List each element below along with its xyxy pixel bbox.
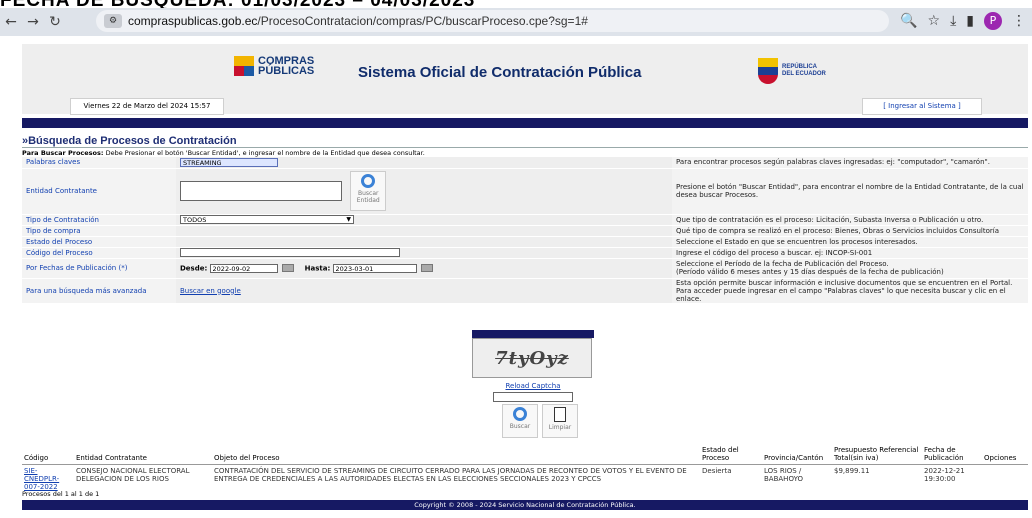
bookmark-star-icon[interactable]: ☆ [928, 13, 941, 29]
results-count: Procesos del 1 al 1 de 1 [22, 490, 100, 498]
contract-type-label: Tipo de Contratación [22, 214, 176, 226]
current-date: Viernes 22 de Marzo del 2024 15:57 [70, 98, 224, 115]
state-cell: Desierta [702, 467, 732, 475]
calendar-icon[interactable] [420, 264, 433, 272]
to-label: Hasta: [304, 264, 331, 272]
keywords-hint: Para encontrar procesos según palabras c… [672, 157, 1028, 169]
back-icon[interactable]: ← [0, 14, 22, 30]
site-header: COMPRAS PÚBLICAS Sistema Oficial de Contr… [22, 44, 1028, 115]
logo-mark-icon [234, 56, 254, 76]
code-input[interactable] [180, 248, 400, 257]
state-hint: Seleccione el Estado en que se encuentre… [672, 236, 1028, 248]
keywords-input[interactable]: STREAMING [180, 157, 278, 167]
contract-type-hint: Que tipo de contratación es el proceso: … [672, 214, 1028, 226]
date-cell: 2022-12-21 19:30:00 [924, 467, 965, 483]
sidepanel-icon[interactable]: ▮ [966, 13, 974, 29]
site-info-icon[interactable]: ⚙ [104, 14, 122, 28]
captcha-image: 7tyOyz [472, 338, 592, 378]
state-label: Estado del Proceso [22, 236, 176, 248]
forward-icon[interactable]: → [22, 14, 44, 30]
to-date-input[interactable]: 2023-03-01 [332, 263, 417, 273]
col-options: Opciones [982, 444, 1028, 465]
url-text: compraspublicas.gob.ec/ProcesoContrataci… [128, 14, 588, 28]
purchase-type-label: Tipo de compra [22, 225, 176, 237]
col-entity: Entidad Contratante [74, 444, 212, 465]
republica-logo: REPÚBLICA DEL ECUADOR [758, 58, 826, 84]
address-bar[interactable]: ⚙ compraspublicas.gob.ec/ProcesoContrata… [96, 10, 889, 32]
zoom-icon[interactable]: 🔍 [900, 13, 917, 29]
search-entity-button[interactable]: Buscar Entidad [350, 171, 387, 211]
reload-icon[interactable]: ↻ [44, 14, 66, 30]
page: COMPRAS PÚBLICAS Sistema Oficial de Contr… [0, 36, 1032, 518]
entity-cell: CONSEJO NACIONAL ELECTORAL DELEGACION DE… [76, 467, 190, 483]
col-budget: Presupuesto Referencial Total(sin iva) [832, 444, 922, 465]
login-link[interactable]: [ Ingresar al Sistema ] [862, 98, 982, 115]
magnifier-icon [513, 407, 527, 421]
code-hint: Ingrese el código del proceso a buscar. … [672, 247, 1028, 259]
from-date-input[interactable]: 2022-09-02 [209, 263, 278, 273]
process-code-link[interactable]: SIE-CNEDPLR-007-2022 [24, 467, 59, 491]
download-icon[interactable]: ⤓ [950, 13, 956, 29]
reload-captcha-link[interactable]: Reload Captcha [506, 382, 561, 390]
dates-hint-2: (Período válido 6 meses antes y 15 días … [676, 268, 944, 276]
contract-type-select[interactable]: TODOS [180, 215, 354, 224]
entity-hint: Presione el botón "Buscar Entidad", para… [672, 168, 1028, 215]
profile-avatar[interactable]: P [984, 12, 1002, 30]
table-row: SIE-CNEDPLR-007-2022 CONSEJO NACIONAL EL… [22, 465, 1028, 494]
col-province: Provincia/Cantón [762, 444, 832, 465]
object-cell: CONTRATACIÓN DEL SERVICIO DE STREAMING D… [214, 467, 687, 483]
entity-textarea[interactable] [180, 181, 342, 201]
google-search-link[interactable]: Buscar en google [180, 287, 241, 295]
budget-cell: $9,899.11 [834, 467, 870, 475]
col-code: Código [22, 444, 74, 465]
purchase-type-hint: Qué tipo de compra se realizó en el proc… [672, 225, 1028, 237]
captcha-bar [472, 330, 594, 338]
from-label: Desde: [180, 264, 208, 272]
search-button[interactable]: Buscar [502, 404, 538, 438]
dates-hint: Seleccione el Período de la fecha de Pub… [676, 260, 889, 268]
calendar-icon[interactable] [281, 264, 294, 272]
nav-bar [22, 118, 1028, 128]
cropped-banner: FECHA DE BÚSQUEDA: 01/03/2023 – 04/03/20… [0, 0, 1032, 8]
advanced-hint: Esta opción permite buscar información e… [672, 278, 1028, 304]
col-date: Fecha de Publicación [922, 444, 982, 465]
captcha-area: 7tyOyz Reload Captcha [472, 330, 594, 402]
magnifier-icon [361, 174, 376, 188]
system-title: Sistema Oficial de Contratación Pública [358, 64, 642, 81]
compras-publicas-logo: COMPRAS PÚBLICAS [234, 56, 314, 77]
clear-button[interactable]: Limpiar [542, 404, 578, 438]
entity-label: Entidad Contratante [22, 168, 176, 215]
col-object: Objeto del Proceso [212, 444, 700, 465]
menu-icon[interactable]: ⋮ [1012, 13, 1026, 29]
results-table: Código Entidad Contratante Objeto del Pr… [22, 444, 1028, 493]
browser-toolbar: ← → ↻ ⚙ compraspublicas.gob.ec/ProcesoCo… [0, 8, 1032, 36]
province-cell: LOS RIOS / BABAHOYO [764, 467, 803, 483]
code-label: Código del Proceso [22, 247, 176, 259]
search-form: Palabras claves STREAMING Para encontrar… [22, 157, 1028, 304]
footer: Copyright © 2008 - 2024 Servicio Naciona… [22, 500, 1028, 510]
coat-of-arms-icon [758, 58, 778, 84]
captcha-input[interactable] [493, 392, 573, 402]
advanced-label: Para una búsqueda más avanzada [22, 278, 176, 304]
col-state: Estado del Proceso [700, 444, 762, 465]
document-icon [554, 407, 566, 422]
section-title: »Búsqueda de Procesos de Contratación [22, 135, 237, 147]
keywords-label: Palabras claves [22, 157, 176, 169]
dates-label: Por Fechas de Publicación (*) [22, 258, 176, 279]
instructions: Para Buscar Procesos: Debe Presionar el … [22, 147, 1028, 157]
